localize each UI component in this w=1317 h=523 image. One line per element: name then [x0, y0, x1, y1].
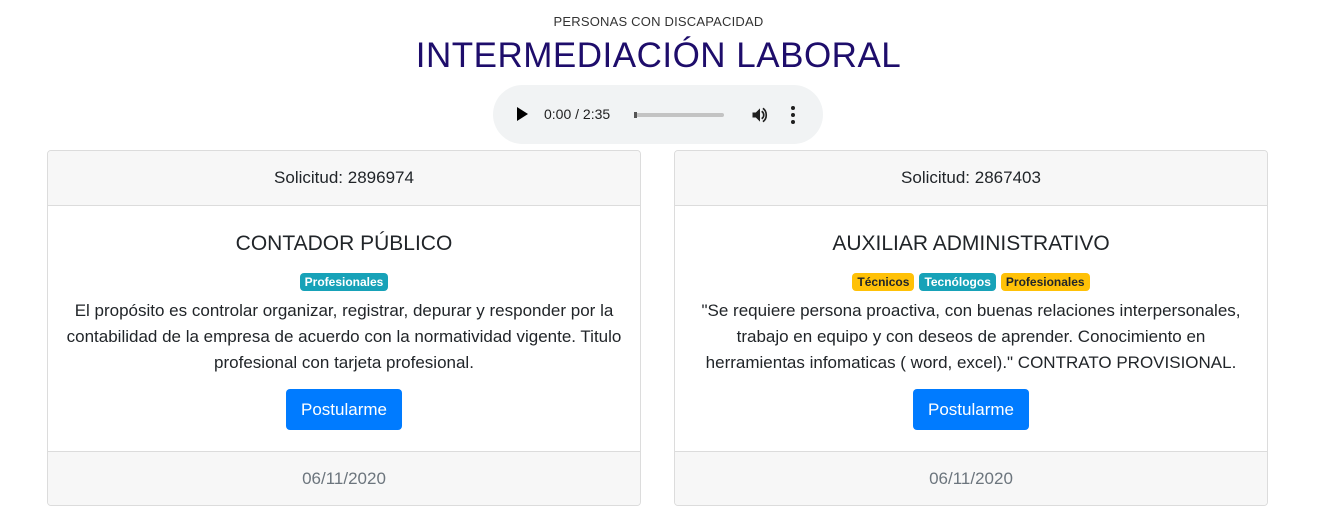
badge-profesionales: Profesionales — [299, 273, 389, 291]
badge-tecnologos: Tecnólogos — [919, 273, 996, 291]
play-icon[interactable] — [517, 107, 528, 121]
job-title: CONTADOR PÚBLICO — [235, 232, 453, 255]
badge-list: Profesionales — [48, 273, 640, 291]
card-body: AUXILIAR ADMINISTRATIVO Técnicos Tecnólo… — [675, 206, 1267, 452]
apply-button[interactable]: Postularme — [286, 389, 402, 430]
card-header: Solicitud: 2896974 — [48, 151, 640, 206]
audio-player[interactable]: 0:00 / 2:35 — [493, 85, 823, 144]
volume-icon[interactable] — [750, 105, 770, 125]
job-description: El propósito es controlar organizar, reg… — [66, 301, 622, 372]
card-body: CONTADOR PÚBLICO Profesionales El propós… — [48, 206, 640, 452]
audio-time: 0:00 / 2:35 — [544, 106, 611, 122]
page-title: INTERMEDIACIÓN LABORAL — [415, 36, 902, 75]
page-subtitle: PERSONAS CON DISCAPACIDAD — [553, 14, 764, 29]
audio-progress-slider[interactable] — [634, 112, 724, 118]
badge-profesionales: Profesionales — [1000, 273, 1090, 291]
apply-button[interactable]: Postularme — [913, 389, 1029, 430]
badge-list: Técnicos Tecnólogos Profesionales — [675, 273, 1267, 291]
card-header: Solicitud: 2867403 — [675, 151, 1267, 206]
card-date: 06/11/2020 — [48, 451, 640, 505]
more-options-icon[interactable] — [789, 105, 797, 125]
badge-tecnicos: Técnicos — [852, 273, 915, 291]
job-card: Solicitud: 2867403 AUXILIAR ADMINISTRATI… — [674, 150, 1268, 506]
audio-progress-thumb[interactable] — [634, 112, 637, 118]
job-title: AUXILIAR ADMINISTRATIVO — [832, 232, 1110, 255]
card-date: 06/11/2020 — [675, 451, 1267, 505]
job-description: "Se requiere persona proactiva, con buen… — [701, 301, 1241, 372]
job-card: Solicitud: 2896974 CONTADOR PÚBLICO Prof… — [47, 150, 641, 506]
